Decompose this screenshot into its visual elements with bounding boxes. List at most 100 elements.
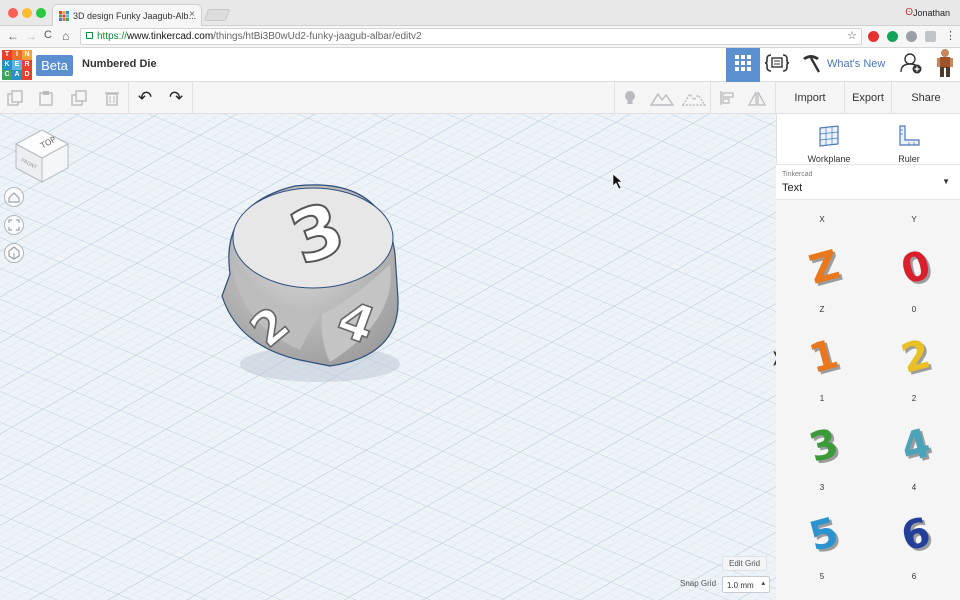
shape-tile-1[interactable]: 111 [776, 333, 868, 421]
shape-tile-0[interactable]: 000 [868, 244, 960, 332]
minecraft-bricks-button[interactable] [794, 48, 828, 82]
window-close-button[interactable] [8, 8, 18, 18]
grammarly-extension-icon[interactable] [887, 31, 898, 42]
pickaxe-icon [800, 52, 822, 79]
shape-glyph: 4 [897, 422, 936, 470]
ruler-button[interactable]: Ruler [869, 118, 949, 166]
logo-letter: E [12, 60, 22, 70]
forward-icon[interactable]: → [25, 29, 37, 43]
opera-extension-icon[interactable] [868, 31, 879, 42]
shape-glyph: Z [805, 244, 845, 292]
browser-tab-strip: 3D design Funky Jaagub-Alb... × ʘ Jonath… [0, 0, 960, 26]
whats-new-link[interactable]: What's New [827, 58, 885, 70]
back-icon[interactable]: ← [7, 29, 19, 43]
address-bar-row: ← → C ⌂ https://www.tinkercad.com/things… [0, 26, 960, 48]
add-user-button[interactable] [894, 48, 928, 82]
shape-glyph: 2 [897, 333, 936, 381]
shape-thumbnail: 44 [897, 422, 939, 470]
shape-glyph: 3 [805, 422, 844, 470]
fit-view-button[interactable] [4, 215, 24, 235]
edit-grid-button[interactable]: Edit Grid [722, 556, 768, 571]
view-cube[interactable]: TOP FRONT [12, 122, 74, 189]
share-button[interactable]: Share [892, 82, 960, 114]
design-title[interactable]: Numbered Die [82, 58, 157, 70]
workplane-grid: 3 2 4 [0, 114, 776, 600]
zoom-view-button[interactable] [4, 243, 24, 263]
shape-tile-6[interactable]: 666 [868, 511, 960, 599]
duplicate-icon[interactable] [70, 89, 88, 107]
shape-glyph: 5 [805, 511, 844, 559]
redo-icon[interactable]: ↷ [167, 88, 185, 107]
logo-letter: C [2, 70, 12, 80]
shape-thumbnail: 66 [897, 511, 939, 559]
shape-glyph: 1 [805, 333, 844, 381]
import-button[interactable]: Import [776, 82, 844, 114]
paste-icon[interactable] [37, 89, 55, 107]
codeblocks-button[interactable] [760, 48, 794, 82]
shape-label: 0 [911, 305, 917, 314]
light-bulb-icon[interactable] [621, 89, 639, 107]
tab-title: 3D design Funky Jaagub-Alb... [73, 11, 197, 21]
avatar-figure-icon [936, 48, 954, 83]
shape-library-select[interactable]: Tinkercad Text ▼ [776, 164, 960, 200]
user-avatar[interactable] [928, 48, 960, 82]
dropdown-arrow-icon: ▼ [942, 177, 950, 186]
workplane-viewport[interactable]: 3 2 4 TOP FRONT [0, 114, 776, 600]
reload-icon[interactable]: C [44, 29, 52, 41]
new-tab-button[interactable] [203, 9, 231, 21]
3d-view-button[interactable] [726, 48, 760, 82]
shape-label: 4 [911, 483, 917, 492]
toolbar-divider [710, 82, 711, 114]
extension-icon[interactable] [906, 31, 917, 42]
copy-icon[interactable] [6, 89, 24, 107]
shape-glyph: 6 [897, 511, 936, 559]
shape-tile-3[interactable]: 333 [776, 422, 868, 510]
snap-grid-select[interactable]: 1.0 mm ▴ [722, 576, 770, 593]
shapes-grid: X Y ZZZ000111222333444555666 [776, 200, 960, 600]
shape-glyph: 0 [897, 244, 936, 292]
shape-tile-5[interactable]: 555 [776, 511, 868, 599]
app-header: TINKERCAD Beta Numbered Die What's New [0, 48, 960, 82]
url-input[interactable]: https://www.tinkercad.com/things/htBi3B0… [80, 28, 862, 45]
tab-close-icon[interactable]: × [189, 9, 195, 20]
solid-shape-icon[interactable] [650, 89, 674, 107]
home-icon[interactable]: ⌂ [62, 29, 69, 43]
user-profile-icon[interactable]: ʘ [905, 7, 913, 18]
tinkercad-logo[interactable]: TINKERCAD [2, 50, 32, 80]
undo-icon[interactable]: ↶ [136, 88, 154, 107]
cast-extension-icon[interactable] [925, 31, 936, 42]
shape-label-x: X [819, 215, 825, 224]
toolbar-divider [614, 82, 615, 114]
url-prefix: https:// [97, 31, 128, 42]
bookmark-star-icon[interactable]: ☆ [847, 29, 857, 42]
shape-label: Z [819, 305, 825, 314]
shape-thumbnail: 55 [805, 511, 847, 559]
shape-thumbnail: 33 [805, 422, 847, 470]
shape-tile-Z[interactable]: ZZZ [776, 244, 868, 332]
logo-letter: R [22, 60, 32, 70]
shape-tile-2[interactable]: 222 [868, 333, 960, 421]
ruler-icon [897, 124, 921, 153]
window-maximize-button[interactable] [36, 8, 46, 18]
browser-menu-icon[interactable]: ⋮ [945, 29, 956, 42]
edit-toolbar: ↶ ↷ Import Export Share [0, 82, 960, 114]
add-user-icon [900, 52, 922, 79]
align-icon[interactable] [718, 89, 736, 107]
toolbar-divider [192, 82, 193, 114]
library-caption: Tinkercad [782, 171, 813, 178]
delete-icon[interactable] [103, 89, 121, 107]
shape-label: 3 [819, 483, 825, 492]
export-button[interactable]: Export [845, 82, 891, 114]
toolbar-divider [128, 82, 129, 114]
window-minimize-button[interactable] [22, 8, 32, 18]
browser-tab[interactable]: 3D design Funky Jaagub-Alb... × [52, 4, 202, 26]
browser-user-name[interactable]: Jonathan [913, 8, 950, 18]
hole-shape-icon[interactable] [682, 89, 706, 107]
home-view-button[interactable] [4, 187, 24, 207]
logo-letter: T [2, 50, 12, 60]
workplane-button[interactable]: Workplane [789, 118, 869, 166]
shape-thumbnail: 00 [897, 244, 939, 292]
mirror-icon[interactable] [748, 89, 766, 107]
url-path: /things/htBi3B0wUd2-funky-jaagub-albar/e… [213, 31, 422, 42]
shape-tile-4[interactable]: 444 [868, 422, 960, 510]
